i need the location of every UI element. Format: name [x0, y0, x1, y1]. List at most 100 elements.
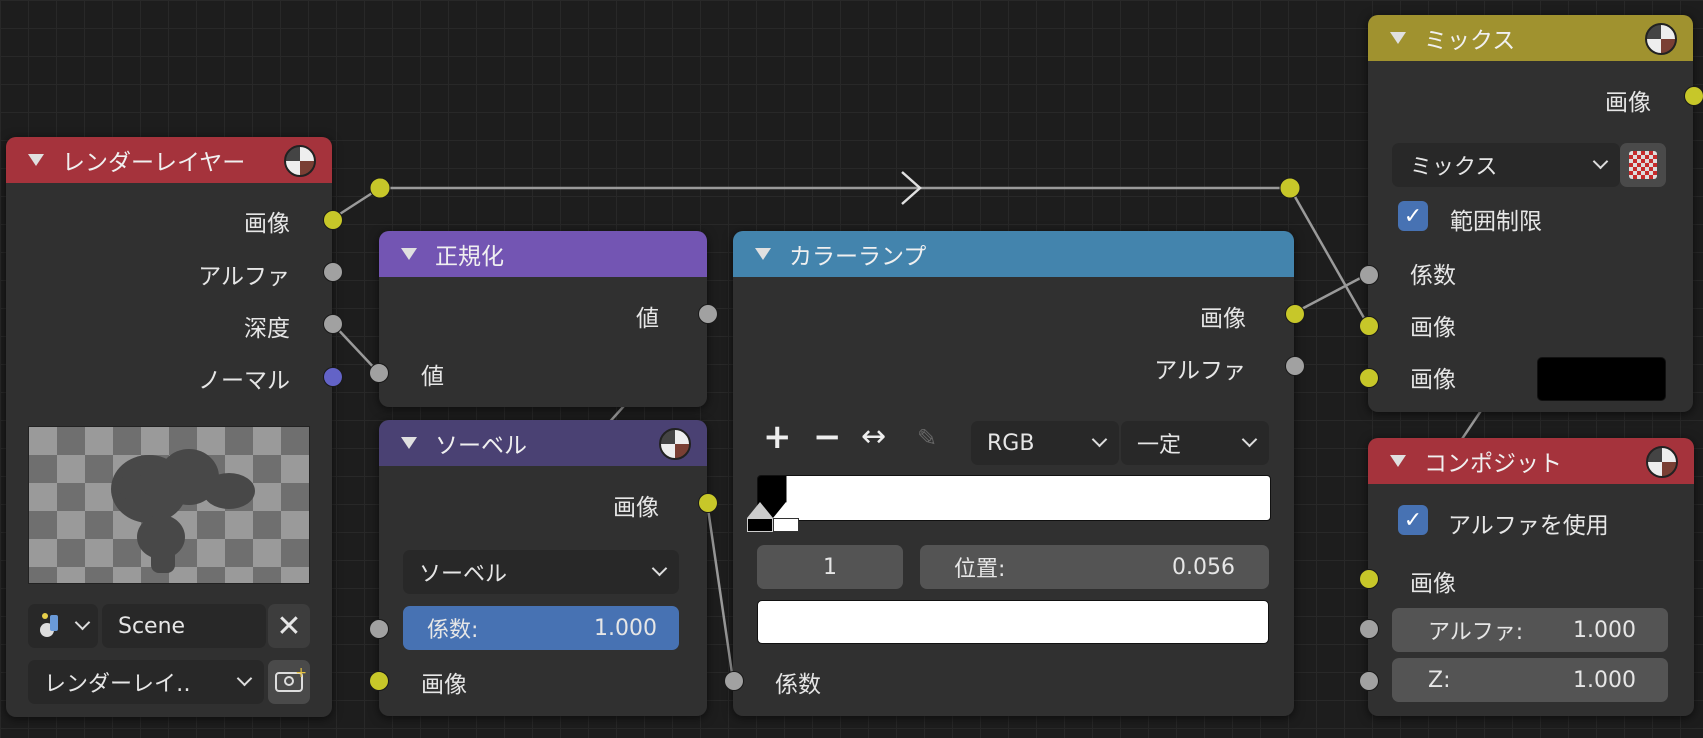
render-layer-dropdown[interactable]: レンダーレイ‥	[28, 660, 264, 704]
chevron-down-icon	[1091, 431, 1108, 448]
mix-input-factor-socket[interactable]	[1359, 265, 1379, 285]
composite-node[interactable]: コンポジット ✓ アルファを使用 画像 アルファ: 1.000 Z: 1.000	[1368, 438, 1694, 716]
output-label-image: 画像	[613, 495, 659, 521]
mix-input-image-2-socket[interactable]	[1359, 368, 1379, 388]
render-button[interactable]: +	[268, 660, 310, 704]
sobel-node[interactable]: ソーベル 画像 ソーベル 係数: 1.000 画像	[379, 420, 707, 716]
render-preview-image	[28, 426, 310, 584]
scene-type-dropdown[interactable]	[28, 604, 98, 648]
close-icon: ✕	[276, 608, 302, 644]
add-stop-button[interactable]: +	[763, 420, 792, 454]
render-output-normal-socket[interactable]	[323, 367, 343, 387]
filter-type-value: ソーベル	[419, 562, 508, 587]
composite-header[interactable]: コンポジット	[1368, 438, 1694, 484]
scene-name: Scene	[118, 613, 186, 639]
color-mode-dropdown[interactable]: RGB	[971, 421, 1119, 465]
render-output-depth-socket[interactable]	[323, 314, 343, 334]
use-alpha-toggle[interactable]	[1620, 143, 1666, 187]
color-ramp-gradient[interactable]	[757, 475, 1271, 521]
collapse-triangle-icon[interactable]	[1390, 455, 1406, 467]
collapse-triangle-icon[interactable]	[755, 248, 771, 260]
use-alpha-label: アルファを使用	[1448, 513, 1609, 539]
render-layer-name: レンダーレイ‥	[44, 672, 191, 697]
filter-type-dropdown[interactable]: ソーベル	[403, 550, 679, 594]
z-label: Z:	[1428, 667, 1451, 693]
output-label-image: 画像	[244, 211, 290, 237]
remove-stop-button[interactable]: −	[813, 420, 842, 454]
reroute-node-left	[369, 177, 391, 199]
scene-icon	[40, 613, 62, 637]
composite-input-alpha-socket[interactable]	[1359, 619, 1379, 639]
eyedropper-button[interactable]: ✎	[917, 424, 937, 452]
use-alpha-checkbox[interactable]: ✓	[1398, 505, 1428, 535]
stop-color-swatch[interactable]	[757, 600, 1269, 644]
color-stop-black[interactable]	[747, 502, 773, 518]
chevron-down-icon	[236, 670, 253, 687]
collapse-triangle-icon[interactable]	[28, 154, 44, 166]
interpolation-value: 一定	[1137, 433, 1182, 458]
normalize-header[interactable]: 正規化	[379, 231, 707, 277]
material-preview-icon[interactable]	[1645, 23, 1677, 55]
alpha-label: アルファ:	[1428, 620, 1524, 645]
stop-index-field[interactable]: 1	[757, 545, 903, 589]
mix-input-image-1-socket[interactable]	[1359, 316, 1379, 336]
node-title: コンポジット	[1424, 451, 1562, 477]
colorramp-header[interactable]: カラーランプ	[733, 231, 1294, 277]
render-layers-node[interactable]: レンダーレイヤー 画像 アルファ 深度 ノーマル Scene ✕ レンダーレイ‥…	[6, 137, 332, 717]
color-stop-white-swatch[interactable]	[773, 518, 799, 532]
collapse-triangle-icon[interactable]	[1390, 32, 1406, 44]
sobel-factor-socket[interactable]	[369, 619, 389, 639]
factor-label: 係数:	[427, 618, 479, 643]
eyedropper-icon: ✎	[917, 424, 938, 452]
colorramp-output-image-socket[interactable]	[1285, 304, 1305, 324]
colorramp-node[interactable]: カラーランプ 画像 アルファ + − ↔ ✎ RGB 一定 1 位置: 0.05…	[733, 231, 1294, 716]
sobel-input-image-socket[interactable]	[369, 671, 389, 691]
material-preview-icon[interactable]	[1646, 446, 1678, 478]
z-value: 1.000	[1573, 667, 1636, 693]
z-field[interactable]: Z: 1.000	[1392, 658, 1668, 702]
chevron-down-icon	[651, 560, 668, 577]
stop-position-field[interactable]: 位置: 0.056	[920, 545, 1269, 589]
blend-type-dropdown[interactable]: ミックス	[1392, 143, 1620, 187]
link-direction-arrow	[901, 171, 922, 205]
stop-index-value: 1	[823, 554, 837, 580]
colorramp-input-factor-socket[interactable]	[724, 671, 744, 691]
scene-unlink-button[interactable]: ✕	[268, 604, 310, 648]
image-2-color-swatch[interactable]	[1537, 357, 1666, 401]
alpha-field[interactable]: アルファ: 1.000	[1392, 608, 1668, 652]
color-stop-white[interactable]	[773, 502, 799, 518]
sobel-header[interactable]: ソーベル	[379, 420, 707, 466]
render-layers-header[interactable]: レンダーレイヤー	[6, 137, 332, 183]
chevron-down-icon	[1241, 431, 1258, 448]
position-value: 0.056	[1172, 554, 1235, 580]
composite-input-z-socket[interactable]	[1359, 671, 1379, 691]
flip-arrows-icon: ↔	[861, 419, 887, 454]
material-preview-icon[interactable]	[284, 145, 316, 177]
mix-output-image-socket[interactable]	[1684, 86, 1703, 106]
flip-ramp-button[interactable]: ↔	[861, 422, 886, 452]
material-preview-icon[interactable]	[659, 428, 691, 460]
factor-slider[interactable]: 係数: 1.000	[403, 606, 679, 650]
alpha-value: 1.000	[1573, 617, 1636, 643]
collapse-triangle-icon[interactable]	[401, 437, 417, 449]
collapse-triangle-icon[interactable]	[401, 248, 417, 260]
composite-input-image-socket[interactable]	[1359, 569, 1379, 589]
input-label-image-2: 画像	[1410, 367, 1456, 393]
colorramp-output-alpha-socket[interactable]	[1285, 356, 1305, 376]
clamp-checkbox[interactable]: ✓	[1398, 201, 1428, 231]
chevron-down-icon	[74, 614, 91, 631]
interpolation-dropdown[interactable]: 一定	[1121, 421, 1269, 465]
checkmark-icon: ✓	[1403, 507, 1423, 533]
input-label-image-1: 画像	[1410, 315, 1456, 341]
normalize-node[interactable]: 正規化 値 値	[379, 231, 707, 407]
render-output-alpha-socket[interactable]	[323, 262, 343, 282]
node-title: 正規化	[435, 244, 504, 270]
mix-header[interactable]: ミックス	[1368, 15, 1693, 61]
sobel-output-socket[interactable]	[698, 493, 718, 513]
scene-name-field[interactable]: Scene	[102, 604, 266, 648]
mix-node[interactable]: ミックス 画像 ミックス ✓ 範囲制限 係数 画像 画像	[1368, 15, 1693, 412]
color-stop-black-swatch[interactable]	[747, 518, 773, 532]
normalize-output-socket[interactable]	[698, 304, 718, 324]
normalize-input-socket[interactable]	[369, 363, 389, 383]
render-output-image-socket[interactable]	[323, 210, 343, 230]
